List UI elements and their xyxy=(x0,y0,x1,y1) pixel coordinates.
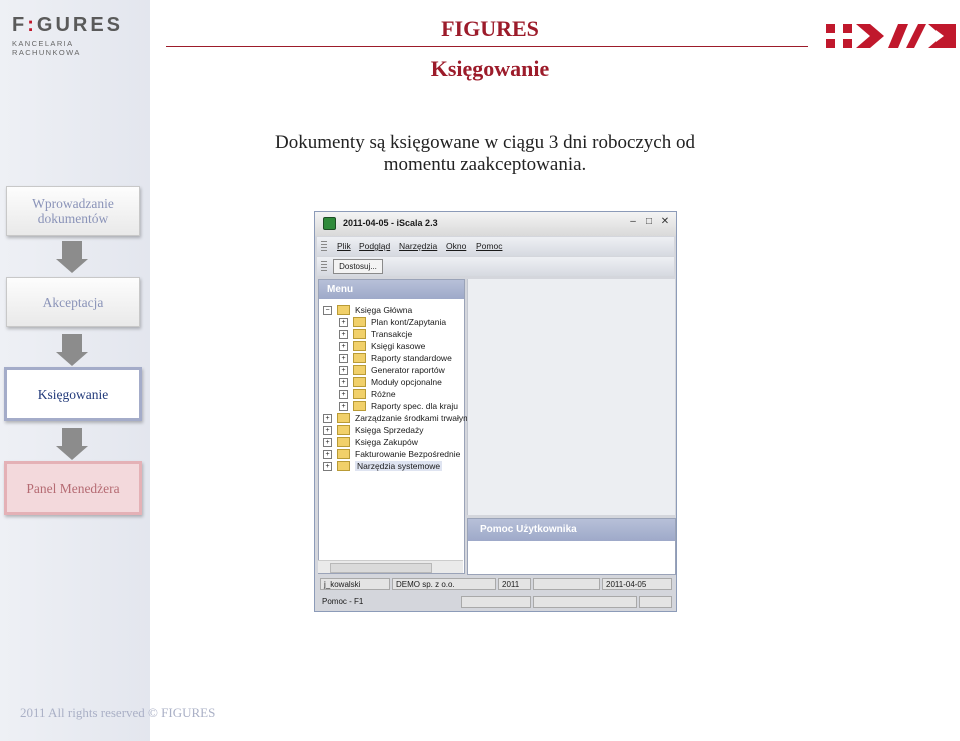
folder-icon xyxy=(337,461,350,471)
menu-pomoc[interactable]: Pomoc xyxy=(476,241,502,251)
title-divider xyxy=(166,46,808,47)
tree-item-fakturowanie[interactable]: + Fakturowanie Bezpośrednie xyxy=(323,448,460,460)
window-title: 2011-04-05 - iScala 2.3 xyxy=(343,218,438,228)
down-arrow-icon xyxy=(56,241,88,275)
workspace-area xyxy=(467,279,675,515)
folder-icon xyxy=(353,377,366,387)
status-hint: Pomoc - F1 xyxy=(322,597,364,606)
description-text: Dokumenty są księgowane w ciągu 3 dni ro… xyxy=(274,132,695,175)
tree-item-raporty-standardowe[interactable]: + Raporty standardowe xyxy=(339,352,452,364)
grip-icon[interactable] xyxy=(321,261,327,272)
status-year: 2011 xyxy=(498,578,531,590)
folder-icon xyxy=(353,365,366,375)
down-arrow-icon xyxy=(56,428,88,462)
status-company: DEMO sp. z o.o. xyxy=(392,578,496,590)
folder-icon xyxy=(353,353,366,363)
page-title: FIGURES xyxy=(441,16,539,41)
expand-icon[interactable]: + xyxy=(323,425,332,435)
folder-icon xyxy=(337,449,350,459)
expand-icon[interactable]: + xyxy=(339,365,348,375)
tree-item-narzedzia-systemowe[interactable]: + Narzędzia systemowe xyxy=(323,460,443,472)
menu-panel: Menu − Księga Główna + Plan kont/Zapytania… xyxy=(318,279,470,574)
folder-icon xyxy=(337,425,350,435)
step-ksiegowanie[interactable]: Księgowanie xyxy=(4,367,142,421)
tree-item-moduly-opcjonalne[interactable]: + Moduły opcjonalne xyxy=(339,376,442,388)
minimize-icon[interactable]: ‒ xyxy=(627,216,639,228)
expand-icon[interactable]: + xyxy=(339,341,348,351)
folder-icon xyxy=(353,341,366,351)
status-empty xyxy=(461,596,531,608)
menu-podglad[interactable]: Podgląd xyxy=(359,241,390,251)
tree-item-rozne[interactable]: + Różne xyxy=(339,388,396,400)
folder-icon xyxy=(337,437,350,447)
figures-logo: F:GURES KANCELARIA RACHUNKOWA xyxy=(12,14,142,57)
customize-button[interactable]: Dostosuj... xyxy=(333,259,383,274)
status-empty xyxy=(533,596,637,608)
app-icon xyxy=(323,217,336,230)
expand-icon[interactable]: + xyxy=(339,329,348,339)
tree-item-srodki-trwale[interactable]: + Zarządzanie środkami trwałym xyxy=(323,412,470,424)
menu-okno[interactable]: Okno xyxy=(446,241,466,251)
step-label: Księgowanie xyxy=(37,386,109,402)
scrollbar-thumb[interactable] xyxy=(330,563,432,573)
expand-icon[interactable]: + xyxy=(339,353,348,363)
step-label: Panel Menedżera xyxy=(26,480,120,496)
expand-icon[interactable]: + xyxy=(339,377,348,387)
sidebar: F:GURES KANCELARIA RACHUNKOWA Wprowadzan… xyxy=(0,0,150,741)
folder-icon xyxy=(353,389,366,399)
step-label: Akceptacja xyxy=(42,294,104,310)
tree-item-ksiega-glowna[interactable]: − Księga Główna xyxy=(323,304,412,316)
tree-item-ksiegi-kasowe[interactable]: + Księgi kasowe xyxy=(339,340,425,352)
close-icon[interactable]: ✕ xyxy=(659,216,671,228)
step-panel-menedzera[interactable]: Panel Menedżera xyxy=(4,461,142,515)
menu-plik[interactable]: Plik xyxy=(337,241,351,251)
status-empty xyxy=(639,596,672,608)
tree-item-generator-raportow[interactable]: + Generator raportów xyxy=(339,364,445,376)
expand-icon[interactable]: + xyxy=(323,413,332,423)
status-date: 2011-04-05 xyxy=(602,578,672,590)
app-window: 2011-04-05 - iScala 2.3 ‒ □ ✕ Plik Podgl… xyxy=(314,211,677,612)
grip-icon[interactable] xyxy=(321,241,327,252)
folder-icon xyxy=(353,317,366,327)
step-akceptacja[interactable]: Akceptacja xyxy=(6,277,140,327)
logo-text: F:GURES xyxy=(12,14,124,36)
expand-icon[interactable]: + xyxy=(339,389,348,399)
horizontal-scrollbar[interactable] xyxy=(318,560,463,573)
expand-icon[interactable]: + xyxy=(323,437,332,447)
expand-icon[interactable]: + xyxy=(339,317,348,327)
step-label: Wprowadzanie dokumentów xyxy=(32,196,114,226)
window-titlebar[interactable]: 2011-04-05 - iScala 2.3 ‒ □ ✕ xyxy=(315,212,676,236)
folder-icon xyxy=(337,413,350,423)
page-subtitle: Księgowanie xyxy=(430,56,550,81)
brand-logo-icon xyxy=(826,24,956,48)
tree-item-raporty-spec[interactable]: + Raporty spec. dla kraju xyxy=(339,400,458,412)
status-bar: j_kowalski DEMO sp. z o.o. 2011 2011-04-… xyxy=(317,576,674,593)
help-panel-title: Pomoc Użytkownika xyxy=(468,519,675,541)
down-arrow-icon xyxy=(56,334,88,368)
menu-panel-title: Menu xyxy=(319,280,464,299)
expand-icon[interactable]: + xyxy=(323,461,332,471)
maximize-icon[interactable]: □ xyxy=(643,216,655,228)
collapse-icon[interactable]: − xyxy=(323,305,332,315)
status-user: j_kowalski xyxy=(320,578,390,590)
status-bar-secondary: Pomoc - F1 xyxy=(317,594,674,611)
help-panel: Pomoc Użytkownika xyxy=(467,518,676,575)
menu-narzedzia[interactable]: Narzędzia xyxy=(399,241,437,251)
tree-item-transakcje[interactable]: + Transakcje xyxy=(339,328,412,340)
expand-icon[interactable]: + xyxy=(323,449,332,459)
tree-item-ksiega-zakupow[interactable]: + Księga Zakupów xyxy=(323,436,418,448)
tree-item-plan-kont[interactable]: + Plan kont/Zapytania xyxy=(339,316,446,328)
expand-icon[interactable]: + xyxy=(339,401,348,411)
folder-icon xyxy=(337,305,350,315)
step-wprowadzanie-dokumentow[interactable]: Wprowadzanie dokumentów xyxy=(6,186,140,236)
status-empty xyxy=(533,578,600,590)
logo-subtitle: KANCELARIA RACHUNKOWA xyxy=(12,39,81,57)
folder-icon xyxy=(353,401,366,411)
folder-icon xyxy=(353,329,366,339)
menu-bar: Plik Podgląd Narzędzia Okno Pomoc xyxy=(317,237,674,256)
toolbar: Dostosuj... xyxy=(317,257,674,276)
footer-copyright: 2011 All rights reserved © FIGURES xyxy=(20,705,216,720)
tree-item-ksiega-sprzedazy[interactable]: + Księga Sprzedaży xyxy=(323,424,424,436)
